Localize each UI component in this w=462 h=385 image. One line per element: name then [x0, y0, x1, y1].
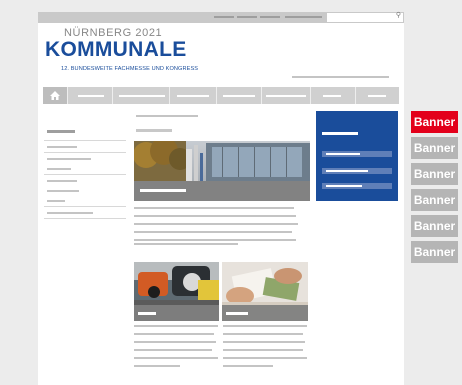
nav-item[interactable] — [170, 87, 217, 104]
top-link[interactable] — [260, 16, 280, 18]
sidebar-item[interactable] — [47, 146, 77, 148]
sidebar-item[interactable] — [47, 158, 91, 160]
sidebar-title — [47, 130, 75, 133]
teaser-image-1[interactable] — [134, 262, 219, 321]
text-line — [134, 349, 212, 351]
header-subtext — [292, 76, 389, 78]
sidebar-item[interactable] — [47, 200, 65, 202]
hero-image[interactable] — [134, 141, 310, 201]
text-line — [134, 333, 214, 335]
main-nav — [43, 87, 399, 104]
teaser-link[interactable] — [322, 183, 392, 189]
sidebar-item[interactable] — [47, 180, 77, 182]
top-link[interactable] — [285, 16, 322, 18]
text-line — [223, 341, 305, 343]
nav-home[interactable] — [43, 87, 68, 104]
text-line — [134, 207, 294, 209]
text-line — [134, 365, 180, 367]
text-line — [223, 349, 303, 351]
banner-active[interactable]: Banner — [411, 111, 458, 133]
teaser-link[interactable] — [322, 168, 392, 174]
logo-wordmark[interactable]: KOMMUNALE — [45, 38, 187, 62]
teaser-image-2[interactable] — [222, 262, 308, 321]
logo-tagline: 12. BUNDESWEITE FACHMESSE UND KONGRESS — [61, 66, 199, 72]
text-line — [134, 357, 218, 359]
teaser-caption-2 — [222, 305, 308, 321]
main-kicker — [136, 115, 198, 117]
nav-item[interactable] — [262, 87, 311, 104]
text-line — [134, 215, 296, 217]
nav-item[interactable] — [113, 87, 170, 104]
text-line — [223, 357, 307, 359]
teaser-title — [322, 132, 358, 135]
sidebar-item[interactable] — [47, 168, 71, 170]
sidebar-item[interactable] — [47, 190, 79, 192]
hero-caption — [134, 181, 310, 201]
banner[interactable]: Banner — [411, 137, 458, 159]
nav-item[interactable] — [68, 87, 113, 104]
main-heading — [136, 129, 172, 132]
nav-item[interactable] — [356, 87, 399, 104]
text-line — [134, 223, 298, 225]
banner[interactable]: Banner — [411, 163, 458, 185]
text-line — [134, 325, 218, 327]
nav-item[interactable] — [311, 87, 356, 104]
teaser-caption-1 — [134, 305, 219, 321]
search-input[interactable]: ⚲ — [327, 11, 403, 22]
search-icon[interactable]: ⚲ — [396, 11, 401, 19]
sidebar-item[interactable] — [47, 212, 93, 214]
text-line — [223, 365, 273, 367]
text-line — [134, 231, 292, 233]
banner[interactable]: Banner — [411, 241, 458, 263]
text-line — [134, 341, 216, 343]
text-line — [134, 243, 238, 245]
top-link[interactable] — [214, 16, 234, 18]
text-line — [134, 239, 296, 241]
text-line — [223, 333, 303, 335]
nav-item[interactable] — [217, 87, 262, 104]
blue-teaser-box[interactable] — [316, 111, 398, 201]
teaser-link[interactable] — [322, 151, 392, 157]
text-line — [223, 325, 307, 327]
home-icon — [50, 91, 60, 100]
banner[interactable]: Banner — [411, 215, 458, 237]
banner[interactable]: Banner — [411, 189, 458, 211]
top-link[interactable] — [237, 16, 257, 18]
